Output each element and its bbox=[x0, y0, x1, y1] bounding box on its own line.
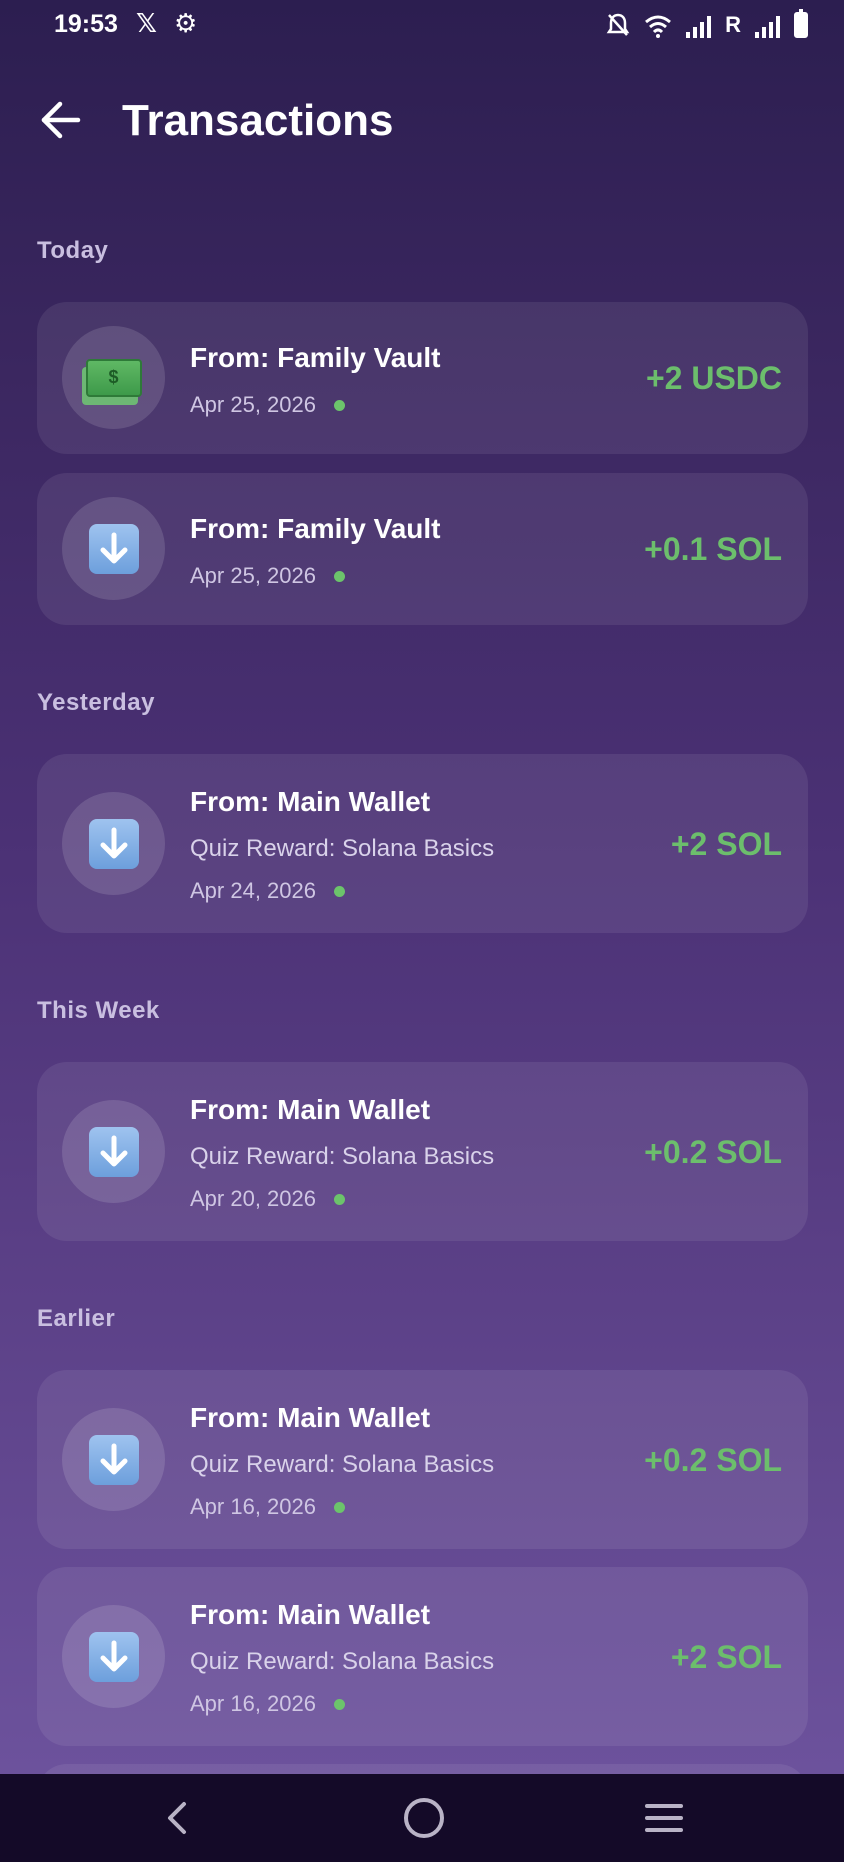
transaction-card[interactable]: From: Main Wallet Quiz Reward: Solana Ba… bbox=[37, 1062, 808, 1241]
transaction-date: Apr 24, 2026 bbox=[190, 878, 316, 903]
nav-back-icon[interactable] bbox=[160, 1800, 196, 1836]
transaction-avatar bbox=[62, 1100, 165, 1203]
transaction-avatar bbox=[62, 1605, 165, 1708]
transaction-amount: +0.2 SOL bbox=[644, 1442, 782, 1478]
transaction-from: From: Main Wallet bbox=[190, 1094, 431, 1125]
status-time: 19:53 bbox=[54, 10, 118, 38]
transaction-date: Apr 25, 2026 bbox=[190, 563, 316, 588]
transaction-from: From: Family Vault bbox=[190, 342, 441, 373]
transaction-date: Apr 16, 2026 bbox=[190, 1494, 316, 1519]
down-arrow-icon bbox=[88, 818, 139, 869]
status-dot bbox=[333, 885, 345, 897]
cash-icon: $ bbox=[81, 358, 142, 405]
wifi-icon bbox=[645, 15, 672, 38]
status-dot bbox=[333, 399, 345, 411]
transaction-avatar bbox=[62, 1408, 165, 1511]
transaction-card[interactable]: From: Family Vault Apr 25, 2026 +0.1 SOL bbox=[37, 473, 808, 625]
transaction-date-row: Apr 25, 2026 bbox=[190, 392, 345, 418]
transaction-memo: Quiz Reward: Solana Basics bbox=[190, 1143, 495, 1170]
x-app-icon: 𝕏 bbox=[136, 8, 157, 38]
transaction-date-row: Apr 20, 2026 bbox=[190, 1186, 345, 1212]
down-arrow-icon bbox=[88, 1434, 139, 1485]
transaction-amount: +2 SOL bbox=[670, 826, 782, 862]
transaction-amount: +0.2 SOL bbox=[644, 1134, 782, 1170]
transaction-amount: +2 SOL bbox=[670, 1639, 782, 1675]
signal-icon-2 bbox=[755, 16, 780, 38]
transaction-amount: +0.1 SOL bbox=[644, 531, 782, 567]
transaction-date-row: Apr 16, 2026 bbox=[190, 1494, 345, 1520]
transaction-card[interactable]: From: Main Wallet Quiz Reward: Solana Ba… bbox=[37, 1370, 808, 1549]
section-label-earlier: Earlier bbox=[37, 1305, 116, 1332]
transaction-card[interactable]: $ From: Family Vault Apr 25, 2026 +2 USD… bbox=[37, 302, 808, 454]
transaction-date: Apr 25, 2026 bbox=[190, 392, 316, 417]
nav-home-icon[interactable] bbox=[404, 1798, 444, 1838]
transaction-memo: Quiz Reward: Solana Basics bbox=[190, 1648, 495, 1675]
transaction-avatar bbox=[62, 497, 165, 600]
page-title: Transactions bbox=[122, 96, 394, 145]
nav-recents-icon[interactable] bbox=[645, 1804, 683, 1840]
status-bar: 19:53 𝕏 ⚙ R bbox=[0, 0, 844, 48]
transaction-avatar bbox=[62, 792, 165, 895]
back-arrow-icon[interactable] bbox=[38, 98, 82, 142]
status-dot bbox=[333, 570, 345, 582]
transaction-date-row: Apr 16, 2026 bbox=[190, 1691, 345, 1717]
transaction-date-row: Apr 24, 2026 bbox=[190, 878, 345, 904]
transaction-from: From: Main Wallet bbox=[190, 786, 431, 817]
transaction-date-row: Apr 25, 2026 bbox=[190, 563, 345, 589]
signal-icon bbox=[686, 16, 712, 38]
roaming-indicator: R bbox=[725, 12, 741, 37]
status-dot bbox=[333, 1698, 345, 1710]
transaction-card[interactable]: From: Main Wallet Quiz Reward: Solana Ba… bbox=[37, 754, 808, 933]
section-label-this-week: This Week bbox=[37, 997, 160, 1024]
transaction-from: From: Main Wallet bbox=[190, 1599, 431, 1630]
down-arrow-icon bbox=[88, 1631, 139, 1682]
down-arrow-icon bbox=[88, 1126, 139, 1177]
app-bar: Transactions bbox=[0, 80, 844, 164]
transaction-date: Apr 20, 2026 bbox=[190, 1186, 316, 1211]
transaction-amount: +2 USDC bbox=[645, 360, 782, 396]
transaction-date: Apr 16, 2026 bbox=[190, 1691, 316, 1716]
down-arrow-icon bbox=[88, 523, 139, 574]
system-nav-bar bbox=[0, 1774, 844, 1862]
battery-icon bbox=[794, 9, 808, 38]
transaction-card[interactable]: From: Main Wallet Quiz Reward: Solana Ba… bbox=[37, 1567, 808, 1746]
section-label-yesterday: Yesterday bbox=[37, 689, 155, 716]
transaction-avatar: $ bbox=[62, 326, 165, 429]
transaction-from: From: Main Wallet bbox=[190, 1402, 431, 1433]
transaction-memo: Quiz Reward: Solana Basics bbox=[190, 835, 495, 862]
status-dot bbox=[333, 1193, 345, 1205]
transaction-memo: Quiz Reward: Solana Basics bbox=[190, 1451, 495, 1478]
settings-notification-icon: ⚙ bbox=[174, 8, 198, 38]
transaction-from: From: Family Vault bbox=[190, 513, 441, 544]
status-icons: R bbox=[606, 8, 808, 38]
mute-icon bbox=[606, 13, 630, 36]
status-dot bbox=[333, 1501, 345, 1513]
section-label-today: Today bbox=[37, 237, 109, 264]
